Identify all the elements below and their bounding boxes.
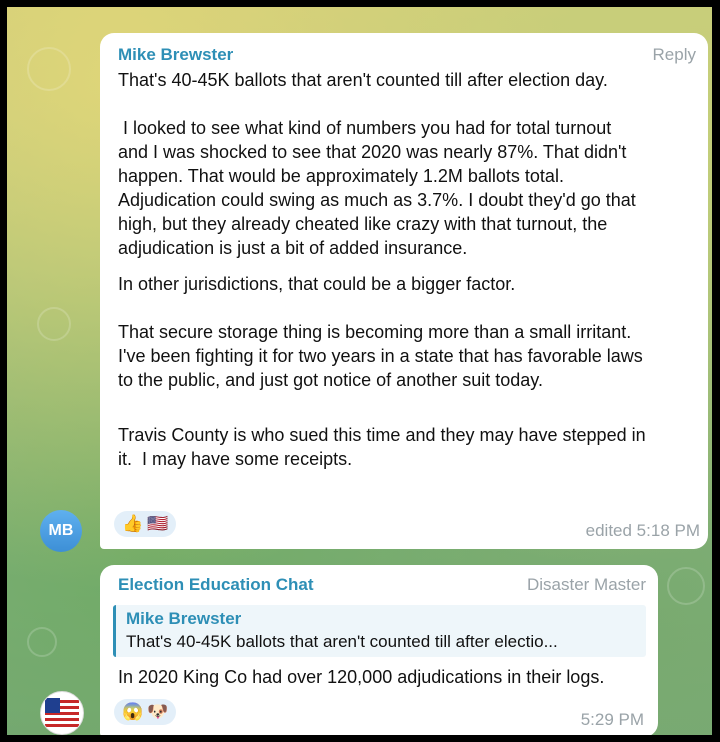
sender-name[interactable]: Election Education Chat [118,575,314,595]
flag-avatar-icon [45,698,79,728]
scream-reaction-icon[interactable]: 😱 [122,702,143,722]
flag-reaction-icon[interactable]: 🇺🇸 [147,514,168,534]
sender-name[interactable]: Mike Brewster [118,45,233,65]
message-text: In 2020 King Co had over 120,000 adjudic… [118,667,605,687]
dog-reaction-icon[interactable]: 🐶 [147,702,168,722]
message-text: That's 40-45K ballots that aren't counte… [118,70,608,90]
reactions[interactable]: 👍 🇺🇸 [114,511,177,537]
quote-text: That's 40-45K ballots that aren't counte… [126,632,558,651]
background-doodle [27,47,71,91]
reactions[interactable]: 😱 🐶 [114,699,177,725]
message-text: In other jurisdictions, that could be a … [118,274,516,294]
author-title: Disaster Master [526,575,646,594]
message-bubble[interactable]: Mike Brewster Reply That's 40-45K ballot… [100,33,708,549]
background-doodle [667,567,705,605]
thumbs-up-reaction-icon[interactable]: 👍 [122,514,143,534]
reply-button[interactable]: Reply [653,45,696,65]
message-bubble[interactable]: Election Education Chat Disaster Master … [100,565,658,735]
avatar[interactable]: MB [40,510,82,552]
avatar[interactable] [40,691,84,735]
background-doodle [37,307,71,341]
quote-author: Mike Brewster [126,609,242,628]
chat-background: Mike Brewster Reply That's 40-45K ballot… [7,7,712,735]
message-text: That secure storage thing is becoming mo… [118,322,643,390]
message-text: I looked to see what kind of numbers you… [118,118,636,258]
message-timestamp: edited 5:18 PM [585,521,700,540]
background-doodle [27,627,57,657]
reply-quote[interactable]: Mike Brewster That's 40-45K ballots that… [113,605,646,657]
message-text: Travis County is who sued this time and … [118,425,646,469]
message-timestamp: 5:29 PM [580,710,644,729]
avatar-initials: MB [48,522,74,539]
